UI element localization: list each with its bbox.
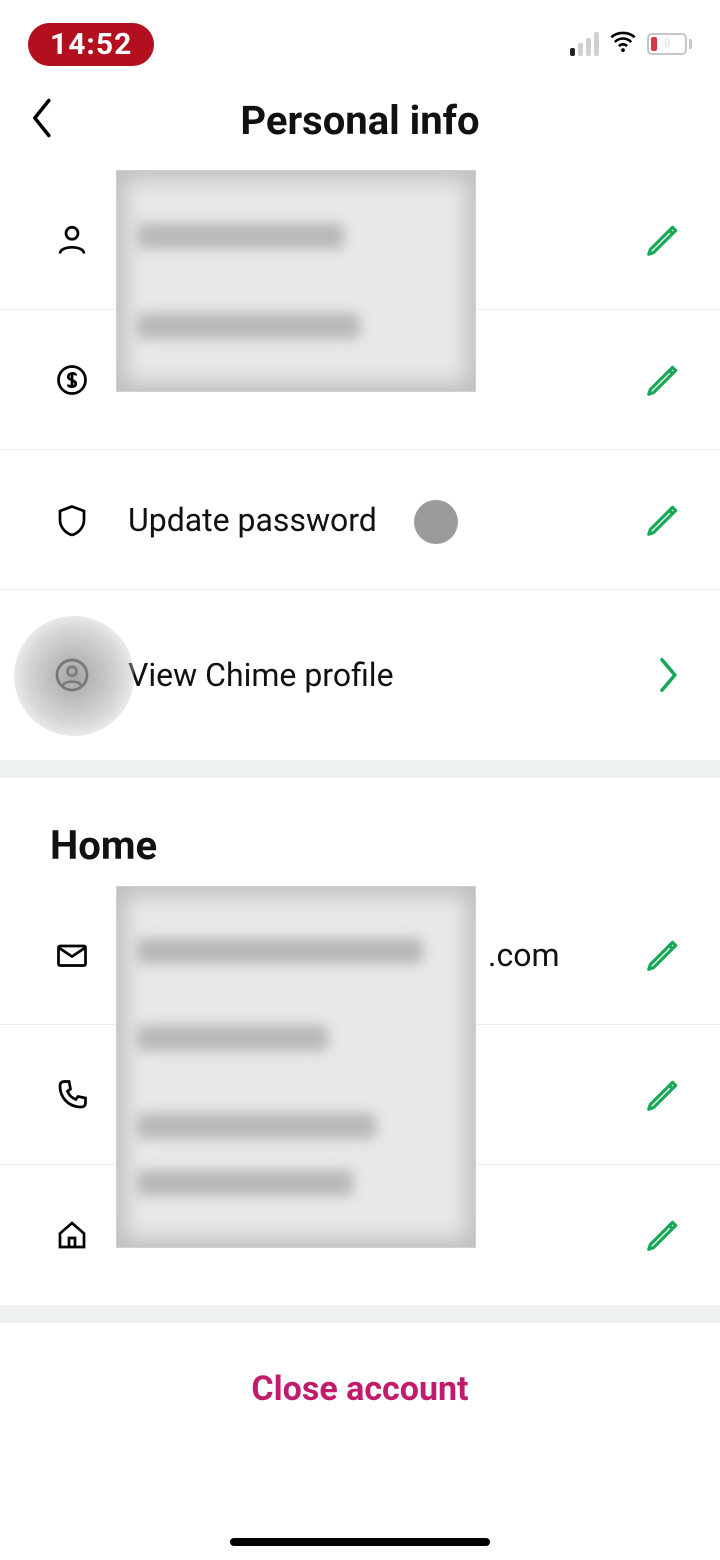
row-profile-label: View Chime profile — [128, 656, 644, 694]
row-view-profile[interactable]: View Chime profile — [0, 590, 720, 760]
section-divider — [0, 760, 720, 778]
profile-circle-icon — [50, 657, 94, 693]
edit-chimetag-button[interactable] — [644, 361, 682, 399]
home-icon — [50, 1217, 94, 1253]
personal-section: Update password View Chime profile — [0, 170, 720, 760]
chevron-left-icon — [28, 97, 58, 139]
edit-address-button[interactable] — [644, 1216, 682, 1254]
edit-name-button[interactable] — [644, 221, 682, 259]
section-title-home: Home — [0, 778, 720, 885]
wifi-icon — [609, 28, 637, 60]
back-button[interactable] — [28, 97, 58, 143]
pencil-icon — [644, 361, 682, 399]
section-divider — [0, 1305, 720, 1323]
redacted-overlay — [116, 886, 476, 1248]
page-header: Personal info — [0, 70, 720, 170]
home-section: Home .com — [0, 778, 720, 1305]
status-indicators: 1 — [570, 28, 692, 60]
person-icon — [50, 222, 94, 258]
pencil-icon — [644, 1076, 682, 1114]
close-account-button[interactable]: Close account — [0, 1323, 720, 1455]
redacted-overlay — [116, 170, 476, 392]
home-indicator[interactable] — [230, 1538, 490, 1546]
chevron-right-icon — [656, 655, 682, 695]
row-password-label: Update password — [128, 501, 632, 539]
battery-level: 1 — [664, 38, 670, 51]
dollar-circle-icon — [50, 362, 94, 398]
status-bar: 14:52 1 — [0, 0, 720, 70]
edit-phone-button[interactable] — [644, 1076, 682, 1114]
edit-email-button[interactable] — [644, 936, 682, 974]
cellular-signal-icon — [570, 32, 599, 56]
battery-icon: 1 — [647, 33, 692, 55]
pencil-icon — [644, 1216, 682, 1254]
pencil-icon — [644, 936, 682, 974]
mail-icon — [50, 937, 94, 973]
profile-forward — [656, 655, 682, 695]
pencil-icon — [644, 221, 682, 259]
email-visible-suffix: .com — [488, 936, 560, 974]
phone-icon — [50, 1077, 94, 1113]
status-time: 14:52 — [28, 23, 154, 66]
row-update-password[interactable]: Update password — [0, 450, 720, 590]
pencil-icon — [644, 501, 682, 539]
shield-icon — [50, 502, 94, 538]
page-title: Personal info — [28, 97, 692, 144]
edit-password-button[interactable] — [644, 501, 682, 539]
